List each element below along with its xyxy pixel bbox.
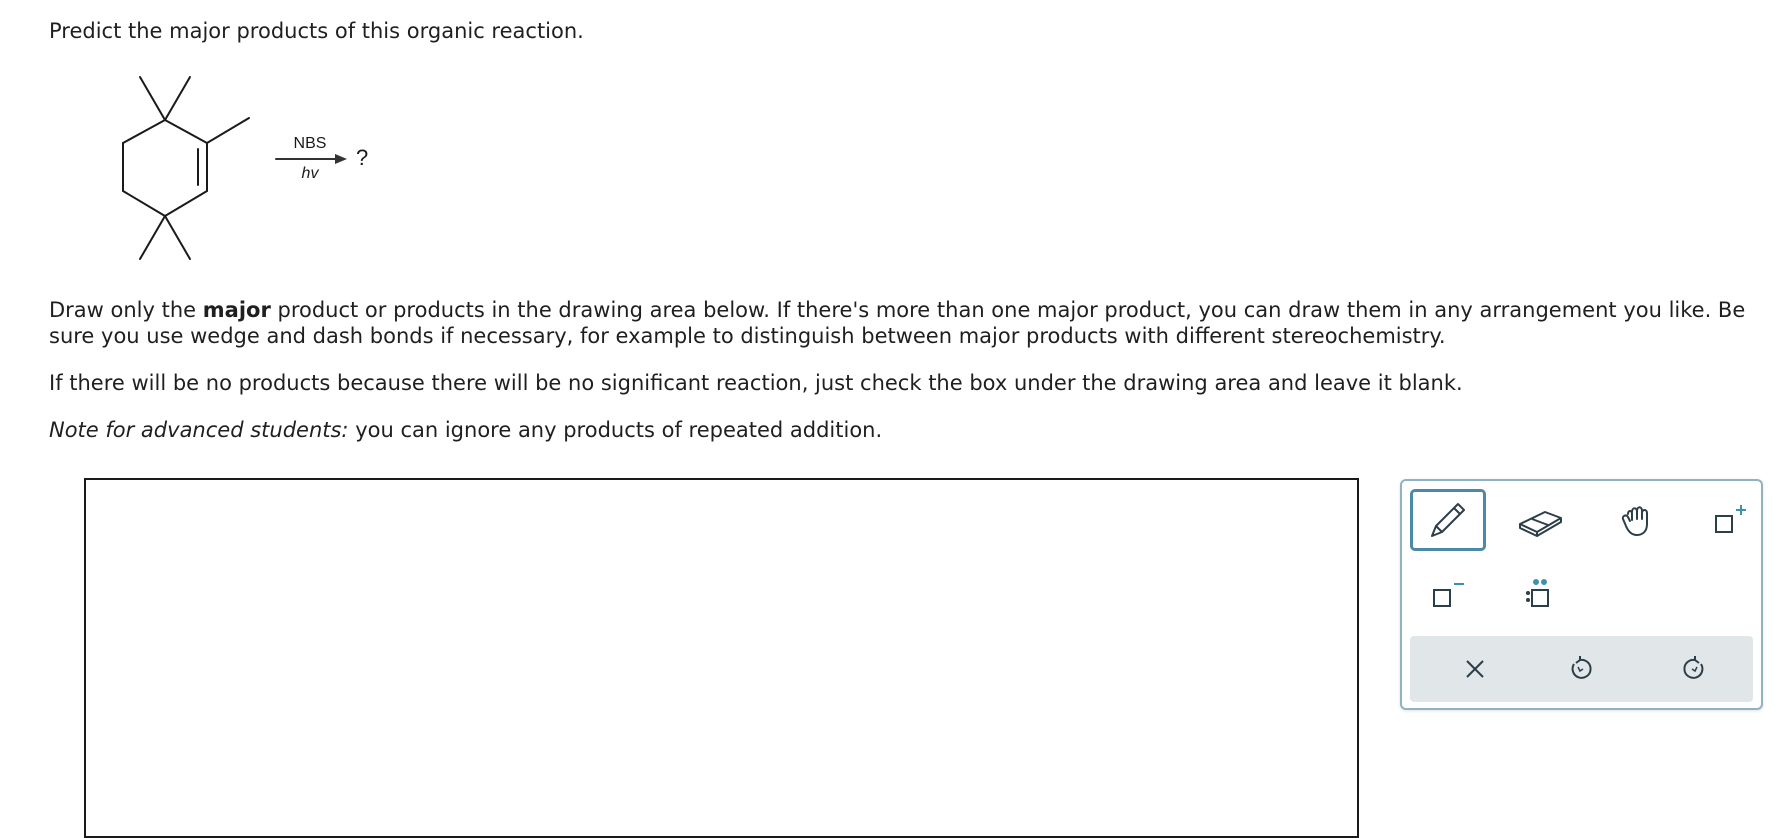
reagent-label: NBS [294, 135, 327, 152]
instruction-text: Draw only the [49, 298, 203, 322]
instruction-note: Note for advanced students: you can igno… [49, 417, 1749, 443]
instruction-no-reaction: If there will be no products because the… [49, 371, 1463, 395]
reactant-structure: NBS hv ? [122, 76, 368, 260]
close-icon [1466, 660, 1484, 678]
instructions: Draw only the major product or products … [49, 297, 1749, 464]
eraser-icon [1519, 511, 1562, 537]
redo-icon [1683, 656, 1704, 679]
undo-button[interactable] [1540, 636, 1620, 702]
instruction-draw: Draw only the major product or products … [49, 297, 1749, 349]
pencil-tool[interactable] [1410, 489, 1486, 551]
actions-bar [1410, 636, 1753, 702]
note-label: Note for advanced students: [49, 418, 349, 442]
negative-charge-icon [1433, 583, 1464, 607]
positive-charge-icon [1715, 505, 1746, 533]
positive-charge-tool[interactable] [1692, 489, 1768, 551]
pencil-icon [1431, 503, 1465, 537]
drawing-canvas[interactable] [84, 478, 1359, 838]
instruction-bold: major [202, 298, 271, 322]
note-text: you can ignore any products of repeated … [348, 418, 883, 442]
lone-pair-tool[interactable] [1502, 563, 1578, 625]
reaction-scheme: NBS hv ? [110, 70, 410, 270]
product-placeholder: ? [356, 145, 368, 170]
drawing-toolbar [1400, 479, 1763, 710]
clear-button[interactable] [1435, 636, 1515, 702]
reaction-arrow-head [335, 154, 347, 164]
instruction-text-cont: product or products in the drawing area … [49, 298, 1746, 348]
hand-icon [1621, 506, 1648, 536]
undo-icon [1571, 656, 1592, 679]
lone-pair-icon [1526, 579, 1549, 607]
negative-charge-tool[interactable] [1410, 563, 1486, 625]
eraser-tool[interactable] [1502, 489, 1578, 551]
redo-button[interactable] [1655, 636, 1735, 702]
question-title: Predict the major products of this organ… [49, 19, 584, 43]
condition-label: hv [302, 165, 320, 182]
hand-tool[interactable] [1602, 489, 1678, 551]
